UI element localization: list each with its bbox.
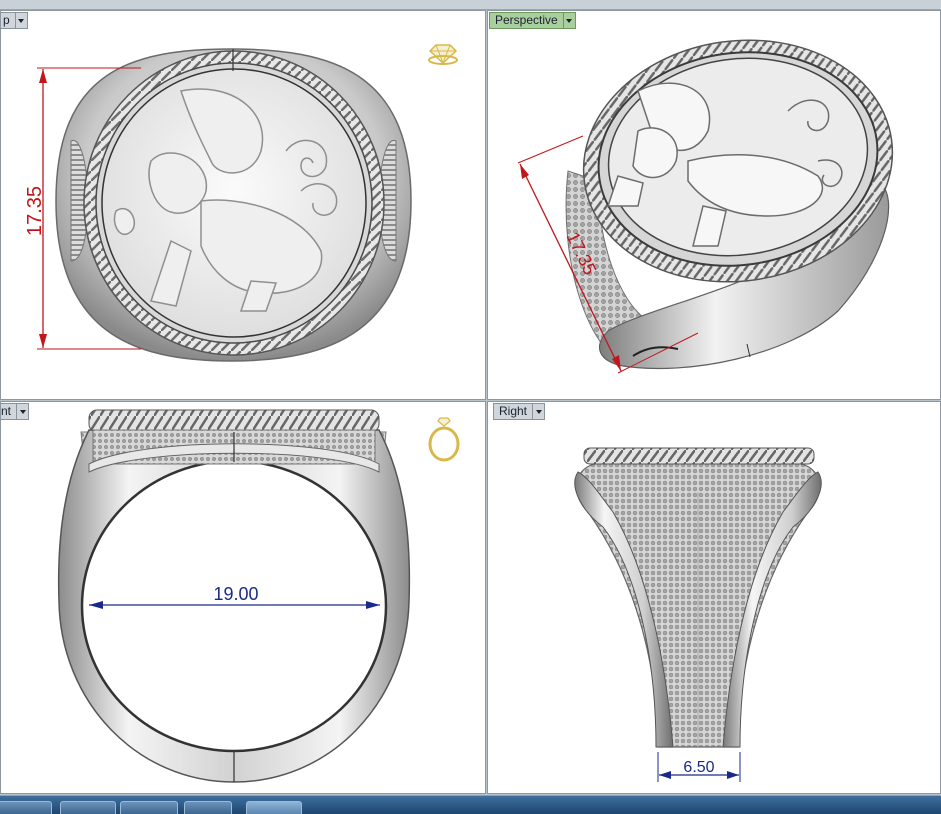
viewport-front[interactable]: nt 19.00	[0, 401, 486, 794]
viewport-top-dropdown[interactable]	[15, 12, 28, 29]
taskbar-start-button[interactable]	[0, 801, 52, 814]
ring-right-render: 6.50	[574, 447, 822, 782]
top-toolbar-strip	[0, 0, 941, 10]
rope-border	[583, 447, 815, 465]
viewport-perspective-name[interactable]: Perspective	[489, 12, 564, 29]
viewport-perspective-dropdown[interactable]	[563, 12, 576, 29]
chevron-down-icon	[19, 409, 26, 414]
viewport-right-name[interactable]: Right	[493, 403, 534, 420]
ring-top-render: 17.35	[24, 44, 458, 362]
chevron-down-icon	[535, 409, 542, 414]
viewport-front-name[interactable]: nt	[1, 403, 18, 420]
rope-border	[88, 409, 380, 433]
dimension-inner-diameter-value: 19.00	[213, 584, 258, 604]
viewport-right-label[interactable]: Right	[493, 403, 546, 420]
taskbar-app-button-4[interactable]	[246, 801, 302, 814]
viewport-front-dropdown[interactable]	[17, 403, 30, 420]
viewport-top[interactable]: p 17.35	[0, 10, 486, 400]
ring-front-render: 19.00	[57, 409, 460, 783]
dimension-top-value: 17.35	[24, 186, 46, 236]
ring-inner-hole	[80, 459, 388, 753]
diamond-ring-icon	[428, 44, 458, 65]
viewport-top-name[interactable]: p	[1, 12, 16, 29]
viewport-front-label[interactable]: nt	[1, 403, 30, 420]
viewport-right[interactable]: Right 6.50	[487, 401, 941, 794]
viewport-top-label[interactable]: p	[1, 12, 28, 29]
chevron-down-icon	[18, 18, 25, 23]
dimension-shank-width: 6.50	[657, 752, 741, 782]
chevron-down-icon	[566, 18, 573, 23]
ring-icon	[428, 417, 460, 462]
viewport-perspective[interactable]: Perspective 17.35	[487, 10, 941, 400]
taskbar-app-button-2[interactable]	[120, 801, 178, 814]
viewport-right-dropdown[interactable]	[533, 403, 546, 420]
ring-perspective-render: 17.35	[517, 39, 894, 374]
taskbar	[0, 795, 941, 814]
dimension-shank-width-value: 6.50	[683, 759, 714, 776]
viewport-perspective-label[interactable]: Perspective	[489, 12, 576, 29]
taskbar-app-button-3[interactable]	[184, 801, 232, 814]
taskbar-app-button-1[interactable]	[60, 801, 116, 814]
